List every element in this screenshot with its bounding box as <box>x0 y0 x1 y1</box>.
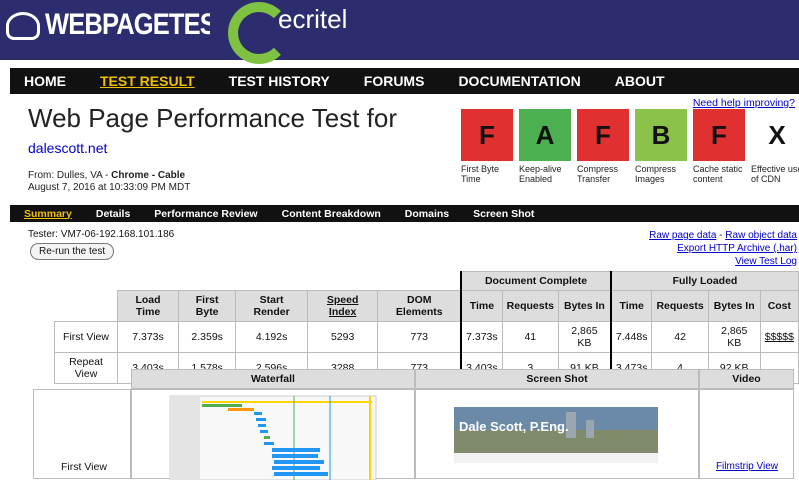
column-header: Time <box>460 290 503 322</box>
page-title: Web Page Performance Test for <box>28 103 398 133</box>
tester-info: Tester: VM7-06-192.168.101.186 <box>28 229 175 240</box>
nav-about[interactable]: ABOUT <box>615 73 665 89</box>
table-cell: 4.192s <box>235 321 308 353</box>
grade-item[interactable]: B Compress Images <box>635 109 693 184</box>
nav-home[interactable]: HOME <box>24 73 66 89</box>
row-label: First View <box>54 321 118 353</box>
grade-label: First Byte Time <box>461 164 500 184</box>
waterfall-header: Waterfall <box>131 369 415 389</box>
table-cell: 2,865 KB <box>707 321 761 353</box>
column-header: Cost <box>759 290 799 322</box>
grade-badge[interactable]: X <box>751 109 799 161</box>
waterfall-thumbnail[interactable] <box>132 390 416 481</box>
tab-details[interactable]: Details <box>96 208 130 220</box>
column-header: Requests <box>501 290 559 322</box>
grade-item[interactable]: F Compress Transfer <box>577 109 635 184</box>
site-link[interactable]: dalescott.net <box>28 140 107 156</box>
table-cell: 7.448s <box>609 321 653 353</box>
grade-badge[interactable]: F <box>693 109 745 161</box>
first-view-label: First View <box>61 461 107 473</box>
screenshot-thumbnail[interactable] <box>416 390 700 480</box>
test-info: From: Dulles, VA - Chrome - Cable August… <box>28 170 190 194</box>
rerun-button[interactable]: Re-run the test <box>30 243 115 260</box>
document-complete-header: Document Complete <box>460 271 612 291</box>
column-header: Load Time <box>116 290 180 322</box>
blank-header <box>54 271 462 291</box>
column-header: DOM Elements <box>377 290 462 322</box>
table-cell: 42 <box>651 321 709 353</box>
screenshot-header: Screen Shot <box>415 369 699 389</box>
grade-label: Compress Transfer <box>577 164 619 184</box>
header-banner: WEBPAGETEST ecritel <box>0 0 799 68</box>
export-har-link[interactable]: Export HTTP Archive (.har) <box>677 243 797 254</box>
tab-performance-review[interactable]: Performance Review <box>154 208 257 220</box>
grade-item[interactable]: A Keep-alive Enabled <box>519 109 577 184</box>
grade-panel: F First Byte Time A Keep-alive Enabled F Comp… <box>461 109 799 184</box>
test-date: August 7, 2016 at 10:33:09 PM MDT <box>28 182 191 193</box>
tab-domains[interactable]: Domains <box>405 208 449 220</box>
column-header: Bytes In <box>557 290 612 322</box>
browser-connection: Chrome - Cable <box>111 170 186 181</box>
tab-summary[interactable]: Summary <box>24 208 72 220</box>
waterfall-cell[interactable] <box>131 389 416 481</box>
table-row: First View 7.373s 2.359s 4.192s 5293 773 7.373… <box>54 321 799 353</box>
filmstrip-link[interactable]: Filmstrip View <box>716 461 778 472</box>
table-cell: 2,865 KB <box>557 321 612 353</box>
tab-content-breakdown[interactable]: Content Breakdown <box>282 208 381 220</box>
nav-forums[interactable]: FORUMS <box>364 73 425 89</box>
grade-badge[interactable]: F <box>461 109 513 161</box>
nav-test-result[interactable]: TEST RESULT <box>100 73 195 89</box>
grade-badge[interactable]: F <box>577 109 629 161</box>
sub-nav: Summary Details Performance Review Conte… <box>10 205 799 222</box>
table-cell: 41 <box>501 321 559 353</box>
nav-documentation[interactable]: DOCUMENTATION <box>458 73 580 89</box>
link-separator: - <box>716 230 726 241</box>
table-cell: 5293 <box>306 321 379 353</box>
column-header: Time <box>609 290 653 322</box>
results-table: Document Complete Fully Loaded Load Time… <box>54 271 799 384</box>
sponsor-banner[interactable]: ecritel <box>210 0 799 64</box>
waterfall-table: Waterfall Screen Shot Video Dale Scott, … <box>33 369 794 481</box>
video-header: Video <box>699 369 794 389</box>
nav-test-history[interactable]: TEST HISTORY <box>229 73 330 89</box>
grade-label: Effective use of CDN <box>751 164 799 184</box>
screenshot-title: Dale Scott, P.Eng. <box>459 419 569 434</box>
table-cell: 773 <box>377 321 462 353</box>
sponsor-text: ecritel <box>278 4 348 34</box>
speedometer-icon <box>6 12 40 40</box>
tab-screen-shot[interactable]: Screen Shot <box>473 208 534 220</box>
grade-label: Keep-alive Enabled <box>519 164 562 184</box>
grade-item[interactable]: F Cache static content <box>693 109 751 184</box>
raw-data-links: Raw page data - Raw object data Export H… <box>649 229 797 268</box>
column-header: Start Render <box>235 290 308 322</box>
grade-badge[interactable]: A <box>519 109 571 161</box>
logo-text: WEBPAGETEST <box>45 8 232 41</box>
column-header: First Byte <box>178 290 237 322</box>
grade-label: Cache static content <box>693 164 743 184</box>
grade-item[interactable]: F First Byte Time <box>461 109 519 184</box>
column-header: Requests <box>651 290 709 322</box>
raw-page-data-link[interactable]: Raw page data <box>649 230 716 241</box>
fully-loaded-header: Fully Loaded <box>609 271 799 291</box>
table-cell: 2.359s <box>178 321 237 353</box>
logo[interactable]: WEBPAGETEST <box>0 0 232 60</box>
row-label-header <box>54 290 118 322</box>
screenshot-cell[interactable] <box>415 389 699 479</box>
table-cell[interactable]: $$$$$ <box>759 321 799 353</box>
view-test-log-link[interactable]: View Test Log <box>735 256 797 267</box>
help-link[interactable]: Need help improving? <box>693 97 795 109</box>
column-header[interactable]: Speed Index <box>306 290 379 322</box>
from-prefix: From: Dulles, VA - <box>28 170 112 181</box>
table-cell: 7.373s <box>116 321 180 353</box>
column-header: Bytes In <box>707 290 761 322</box>
main-nav: HOME TEST RESULT TEST HISTORY FORUMS DOC… <box>10 68 799 94</box>
table-cell: 7.373s <box>460 321 503 353</box>
raw-object-data-link[interactable]: Raw object data <box>725 230 797 241</box>
grade-label: Compress Images <box>635 164 677 184</box>
grade-badge[interactable]: B <box>635 109 687 161</box>
grade-item[interactable]: X Effective use of CDN <box>751 109 799 184</box>
